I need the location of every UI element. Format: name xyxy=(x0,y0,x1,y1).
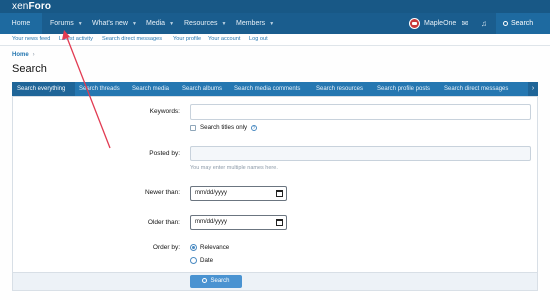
annotation-arrow xyxy=(62,30,111,149)
arrow-head xyxy=(62,30,70,40)
arrow-line xyxy=(65,34,111,149)
